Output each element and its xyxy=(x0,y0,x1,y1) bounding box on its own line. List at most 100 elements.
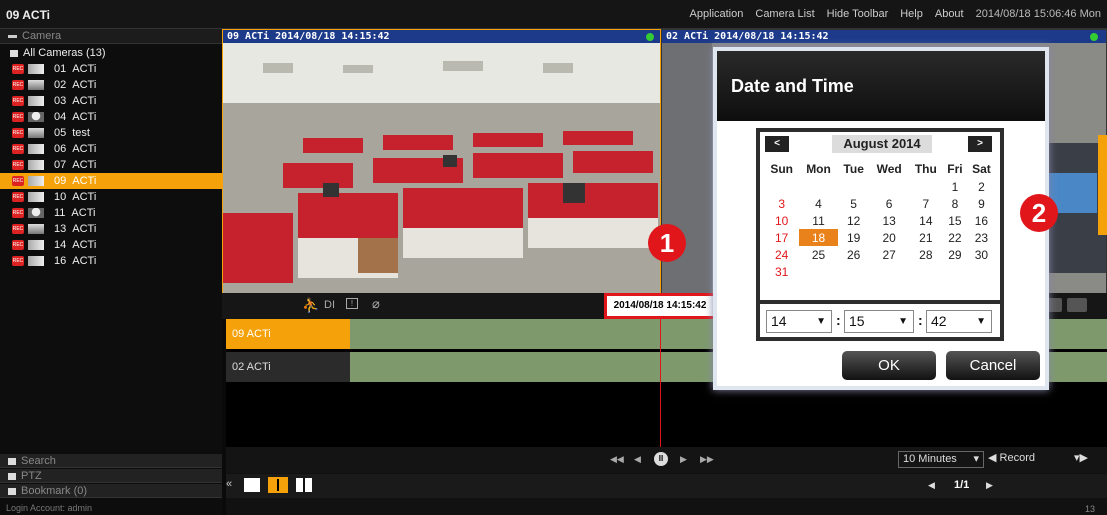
camera-item[interactable]: REC 05 test xyxy=(0,125,222,141)
hour-select[interactable]: 14 ▼ xyxy=(766,310,832,333)
day-cell[interactable]: 11 xyxy=(799,212,837,229)
camera-name: ACTi xyxy=(71,207,96,219)
collapse-left-icon[interactable]: « xyxy=(226,478,232,490)
second-select[interactable]: 42 ▼ xyxy=(926,310,992,333)
camera-name: ACTi xyxy=(72,175,97,187)
camera-name: ACTi xyxy=(72,239,97,251)
side-tab[interactable] xyxy=(1098,135,1107,235)
camera-item[interactable]: REC 09 ACTi xyxy=(0,173,222,189)
camera-item[interactable]: REC 10 ACTi xyxy=(0,189,222,205)
pause-icon[interactable]: II xyxy=(654,452,668,466)
day-cell[interactable]: 8 xyxy=(943,195,967,212)
next-icon: ▾▶ xyxy=(1074,452,1088,464)
camera-item[interactable]: REC 14 ACTi xyxy=(0,237,222,253)
search-section[interactable]: Search xyxy=(0,454,222,468)
day-cell[interactable]: 20 xyxy=(870,229,909,246)
camera-item[interactable]: REC 16 ACTi xyxy=(0,253,222,269)
menu-about[interactable]: About xyxy=(935,8,964,20)
day-cell[interactable]: 3 xyxy=(764,195,799,212)
camera-item[interactable]: REC 11 ACTi xyxy=(0,205,222,221)
track-label-09[interactable]: 09 ACTi xyxy=(226,319,350,349)
day-cell[interactable]: 15 xyxy=(943,212,967,229)
camera-item[interactable]: REC 04 ACTi xyxy=(0,109,222,125)
fast-rewind-icon[interactable]: ◀◀ xyxy=(610,454,624,465)
day-cell[interactable]: 29 xyxy=(943,246,967,263)
next-month-icon[interactable]: > xyxy=(968,136,992,152)
day-cell[interactable]: 23 xyxy=(967,229,996,246)
alarm-icon[interactable]: ! xyxy=(346,298,358,309)
menu-application[interactable]: Application xyxy=(690,8,744,20)
step-forward-icon[interactable]: ▶ xyxy=(680,454,687,465)
camera-item[interactable]: REC 02 ACTi xyxy=(0,77,222,93)
interval-value: 10 Minutes xyxy=(903,453,957,465)
cancel-button[interactable]: Cancel xyxy=(946,351,1040,380)
day-cell[interactable]: 2 xyxy=(967,178,996,195)
track-label-02[interactable]: 02 ACTi xyxy=(226,352,350,382)
day-cell[interactable]: 22 xyxy=(943,229,967,246)
layout-four-icon[interactable] xyxy=(296,478,312,492)
day-cell[interactable]: 25 xyxy=(799,246,837,263)
camera-label: 06 xyxy=(54,143,67,155)
camera-label: 14 xyxy=(54,239,67,251)
layout-two-icon[interactable] xyxy=(268,477,288,493)
day-cell[interactable]: 26 xyxy=(838,246,870,263)
layout-single-icon[interactable] xyxy=(244,478,260,492)
group-expand-icon[interactable] xyxy=(10,49,18,57)
day-cell[interactable]: 14 xyxy=(909,212,943,229)
menu-help[interactable]: Help xyxy=(900,8,923,20)
day-cell[interactable]: 21 xyxy=(909,229,943,246)
camera-item[interactable]: REC 07 ACTi xyxy=(0,157,222,173)
day-cell[interactable]: 17 xyxy=(764,229,799,246)
playback-controls: ◀◀ ◀ II ▶ ▶▶ 10 Minutes ▾ ◀ Record ▾▶ xyxy=(226,447,1107,473)
page-prev-icon[interactable]: ◀ xyxy=(928,480,935,491)
day-cell[interactable]: 6 xyxy=(870,195,909,212)
camera-group[interactable]: All Cameras (13) xyxy=(0,45,222,61)
day-cell[interactable]: 10 xyxy=(764,212,799,229)
camera-item[interactable]: REC 13 ACTi xyxy=(0,221,222,237)
ptz-section[interactable]: PTZ xyxy=(0,469,222,483)
no-event-icon[interactable]: ⌀ xyxy=(372,296,380,312)
day-cell[interactable]: 24 xyxy=(764,246,799,263)
camera-item[interactable]: REC 03 ACTi xyxy=(0,93,222,109)
day-cell[interactable]: 16 xyxy=(967,212,996,229)
record-select[interactable]: ◀ Record ▾▶ xyxy=(988,451,1088,468)
rec-icon: REC xyxy=(12,192,24,202)
day-cell[interactable]: 19 xyxy=(838,229,870,246)
step-back-icon[interactable]: ◀ xyxy=(634,454,641,465)
camera-section-header[interactable]: Camera xyxy=(0,29,222,44)
empty-cell xyxy=(870,178,909,195)
empty-cell xyxy=(870,263,909,280)
video-pane-1[interactable]: 09 ACTi 2014/08/18 14:15:42 xyxy=(222,29,661,293)
menu-camera-list[interactable]: Camera List xyxy=(755,8,814,20)
day-cell[interactable]: 12 xyxy=(838,212,870,229)
rec-icon: REC xyxy=(12,176,24,186)
camera-icon xyxy=(28,256,44,266)
day-cell[interactable]: 7 xyxy=(909,195,943,212)
day-cell[interactable]: 4 xyxy=(799,195,837,212)
minute-select[interactable]: 15 ▼ xyxy=(844,310,914,333)
day-cell[interactable]: 18 xyxy=(799,229,838,246)
fast-forward-icon[interactable]: ▶▶ xyxy=(700,454,714,465)
app-title: 09 ACTi xyxy=(6,8,51,22)
motion-icon[interactable]: ⛹ xyxy=(302,297,319,314)
prev-month-icon[interactable]: < xyxy=(765,136,789,152)
day-cell[interactable]: 1 xyxy=(943,178,967,195)
search-button[interactable] xyxy=(1067,298,1087,312)
camera-item[interactable]: REC 01 ACTi xyxy=(0,61,222,77)
interval-select[interactable]: 10 Minutes ▾ xyxy=(898,451,984,468)
day-cell[interactable]: 30 xyxy=(967,246,996,263)
day-cell[interactable]: 31 xyxy=(764,263,799,280)
camera-item[interactable]: REC 06 ACTi xyxy=(0,141,222,157)
day-cell[interactable]: 13 xyxy=(870,212,909,229)
ok-button[interactable]: OK xyxy=(842,351,936,380)
bookmark-section[interactable]: Bookmark (0) xyxy=(0,484,222,498)
playhead[interactable] xyxy=(660,319,661,447)
rec-icon: REC xyxy=(12,224,24,234)
day-cell[interactable]: 27 xyxy=(870,246,909,263)
day-cell[interactable]: 28 xyxy=(909,246,943,263)
menu-hide-toolbar[interactable]: Hide Toolbar xyxy=(827,8,889,20)
di-button[interactable]: DI xyxy=(324,299,335,311)
day-cell[interactable]: 9 xyxy=(967,195,996,212)
day-cell[interactable]: 5 xyxy=(838,195,870,212)
page-next-icon[interactable]: ▶ xyxy=(986,480,993,491)
